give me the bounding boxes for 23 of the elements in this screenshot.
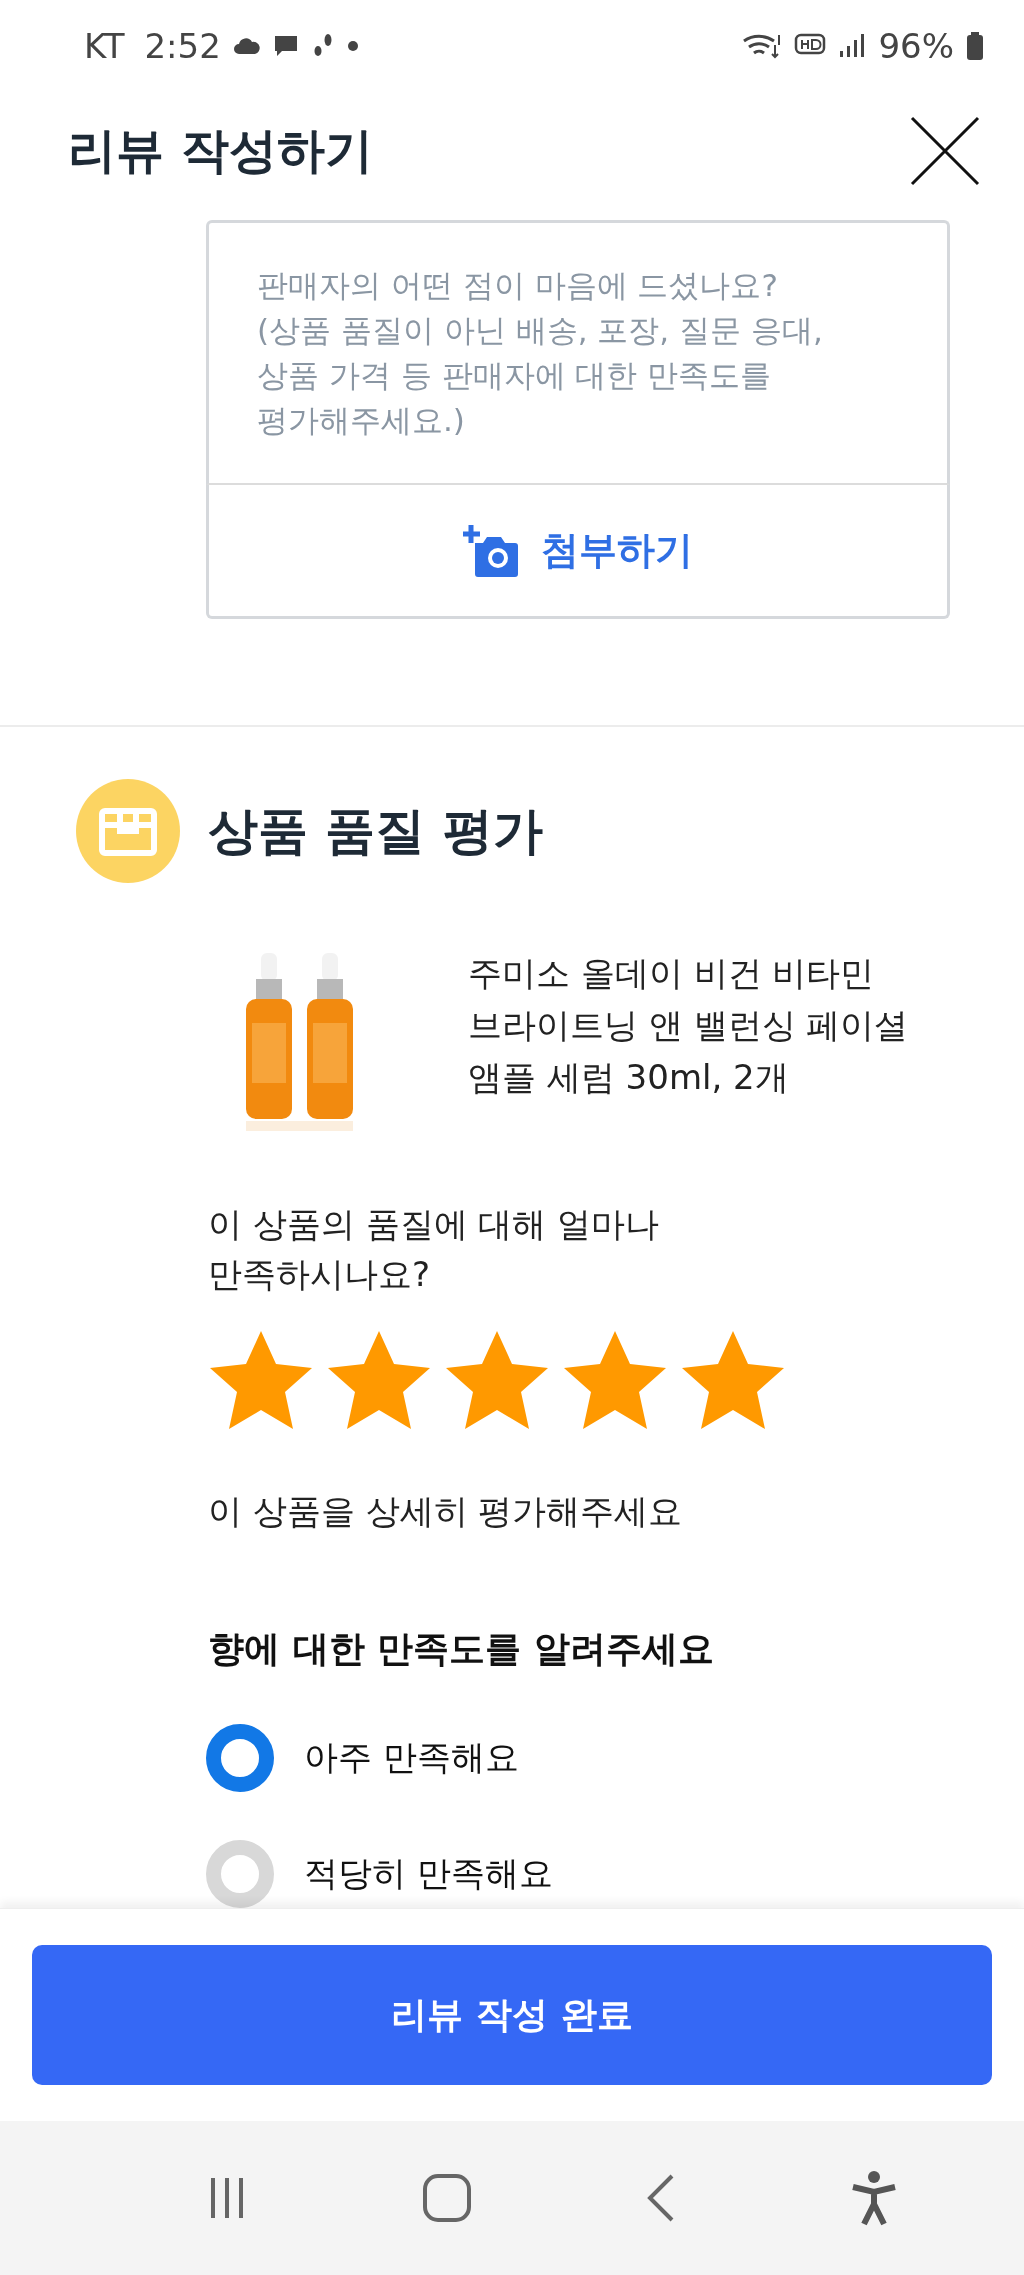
review-field[interactable]: 판매자의 어떤 점이 마음에 드셨나요? (상품 품질이 아닌 배송, 포장, 질문 응대, 상품 가격 등 판매자에 대한 만족도를 평가해주세요.) bbox=[206, 220, 950, 486]
battery-level: 96% bbox=[878, 26, 954, 67]
battery-icon bbox=[966, 31, 984, 62]
home-icon[interactable] bbox=[421, 2173, 472, 2223]
dot-icon bbox=[346, 40, 359, 53]
box-icon bbox=[76, 779, 180, 883]
section-title: 상품 품질 평가 bbox=[208, 800, 543, 862]
detail-prompt: 이 상품을 상세히 평가해주세요 bbox=[208, 1490, 684, 1533]
signal-icon bbox=[838, 33, 867, 60]
cloud-icon bbox=[232, 36, 261, 57]
accessibility-icon[interactable] bbox=[850, 2170, 897, 2226]
radio-option[interactable]: 아주 만족해요 bbox=[206, 1724, 1024, 1792]
carrier: KT bbox=[84, 26, 125, 67]
submit-button[interactable]: 리뷰 작성 완료 bbox=[32, 1945, 992, 2085]
page-title: 리뷰 작성하기 bbox=[68, 121, 373, 181]
attach-button[interactable]: 첨부하기 bbox=[206, 485, 950, 620]
rating-question: 이 상품의 품질에 대해 얼마나 만족하시나요? bbox=[208, 1203, 661, 1296]
add-photo-icon bbox=[463, 524, 521, 577]
product-name: 주미소 올데이 비건 비타민 브라이트닝 앤 밸런싱 페이셜 앰플 세럼 30ml, 2개 bbox=[468, 952, 910, 1099]
scent-question: 향에 대한 만족도를 알려주세요 bbox=[208, 1627, 715, 1671]
clock: 2:52 bbox=[144, 26, 221, 67]
message-icon bbox=[272, 34, 299, 59]
close-button[interactable] bbox=[910, 116, 980, 187]
